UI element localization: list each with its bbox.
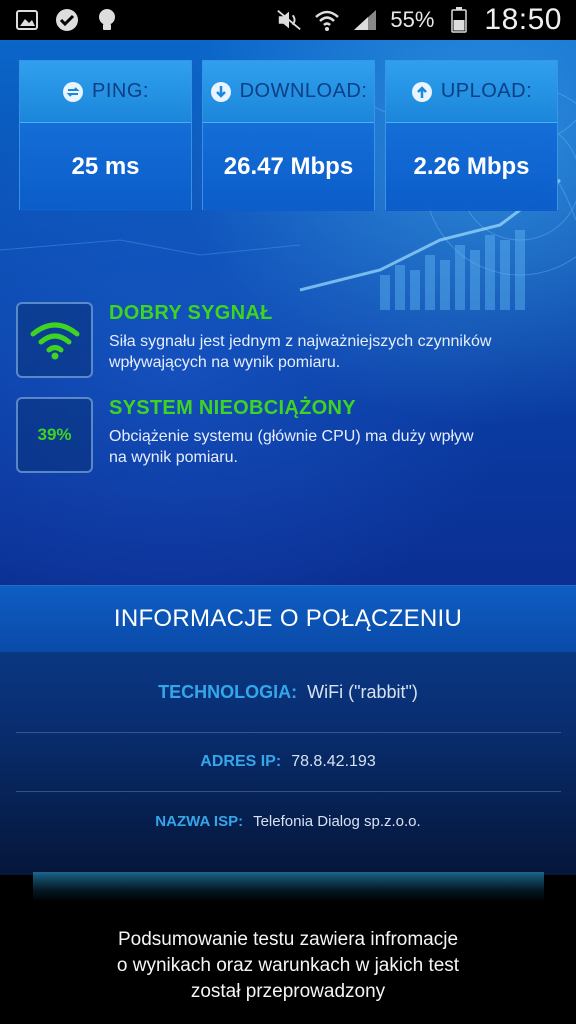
download-value: 26.47 Mbps xyxy=(203,123,374,211)
summary-line2: o wynikach oraz warunkach w jakich test xyxy=(116,955,460,976)
signal-desc-line1: Siła sygnału jest jednym z najważniejszy… xyxy=(109,333,492,350)
connection-info: INFORMACJE O POŁĄCZENIU TECHNOLOGIA: WiF… xyxy=(0,585,576,875)
cpu-load-value: 39% xyxy=(37,425,72,444)
summary-text: Podsumowanie testu zawiera infromacje o … xyxy=(0,927,576,1005)
battery-percent: 55% xyxy=(390,7,435,32)
summary-line3: został przeprowadzony xyxy=(190,981,386,1002)
technology-label: TECHNOLOGIA: xyxy=(158,681,298,702)
isp-row: NAZWA ISP: Telefonia Dialog sp.z.o.o. xyxy=(0,792,576,850)
signal-title: DOBRY SYGNAŁ xyxy=(109,302,273,324)
upload-icon xyxy=(411,81,432,102)
upload-value: 2.26 Mbps xyxy=(386,123,557,211)
ip-value: 78.8.42.193 xyxy=(291,753,376,770)
summary-area: Podsumowanie testu zawiera infromacje o … xyxy=(0,872,576,1024)
signal-info: DOBRY SYGNAŁ Siła sygnału jest jednym z … xyxy=(16,302,561,378)
connection-header: INFORMACJE O POŁĄCZENIU xyxy=(0,585,576,652)
technology-value: WiFi ("rabbit") xyxy=(307,681,418,702)
gallery-icon xyxy=(14,7,40,33)
system-desc-line1: Obciążenie systemu (głównie CPU) ma duży… xyxy=(109,428,474,445)
summary-line1: Podsumowanie testu zawiera infromacje xyxy=(117,929,459,950)
upload-label: UPLOAD: xyxy=(440,80,533,102)
wifi-signal-icon xyxy=(30,322,79,360)
ping-icon xyxy=(63,81,84,102)
isp-value: Telefonia Dialog sp.z.o.o. xyxy=(253,812,421,830)
signal-icon xyxy=(352,7,378,33)
mute-icon xyxy=(276,7,302,33)
ip-row: ADRES IP: 78.8.42.193 xyxy=(0,733,576,791)
speed-stats: PING: 25 ms DOWNLOAD: 26.47 Mbps UPLOAD:… xyxy=(19,60,558,211)
signal-desc-line2: wpływających na wynik pomiaru. xyxy=(109,354,341,371)
download-icon xyxy=(210,81,231,102)
cpu-load-badge: 39% xyxy=(16,397,93,473)
battery-icon xyxy=(446,7,472,33)
download-label: DOWNLOAD: xyxy=(239,80,368,102)
results-panel: PING: 25 ms DOWNLOAD: 26.47 Mbps UPLOAD:… xyxy=(0,40,576,585)
signal-badge xyxy=(16,302,93,378)
check-icon xyxy=(54,7,80,33)
download-card: DOWNLOAD: 26.47 Mbps xyxy=(202,60,375,211)
system-title: SYSTEM NIEOBCIĄŻONY xyxy=(109,397,356,419)
connection-title: INFORMACJE O POŁĄCZENIU xyxy=(113,605,463,632)
clock: 18:50 xyxy=(484,3,562,36)
status-bar: 55% 18:50 xyxy=(0,0,576,40)
ip-label: ADRES IP: xyxy=(200,753,282,770)
system-info: 39% SYSTEM NIEOBCIĄŻONY Obciążenie syste… xyxy=(16,397,561,473)
isp-label: NAZWA ISP: xyxy=(155,812,244,830)
upload-card: UPLOAD: 2.26 Mbps xyxy=(385,60,558,211)
ping-label: PING: xyxy=(92,80,149,102)
glow-divider xyxy=(33,872,544,902)
bulb-icon xyxy=(94,7,120,33)
wifi-icon xyxy=(314,7,340,33)
system-desc-line2: na wynik pomiaru. xyxy=(109,449,238,466)
ping-card: PING: 25 ms xyxy=(19,60,192,211)
ping-value: 25 ms xyxy=(20,123,191,211)
technology-row: TECHNOLOGIA: WiFi ("rabbit") xyxy=(0,652,576,732)
